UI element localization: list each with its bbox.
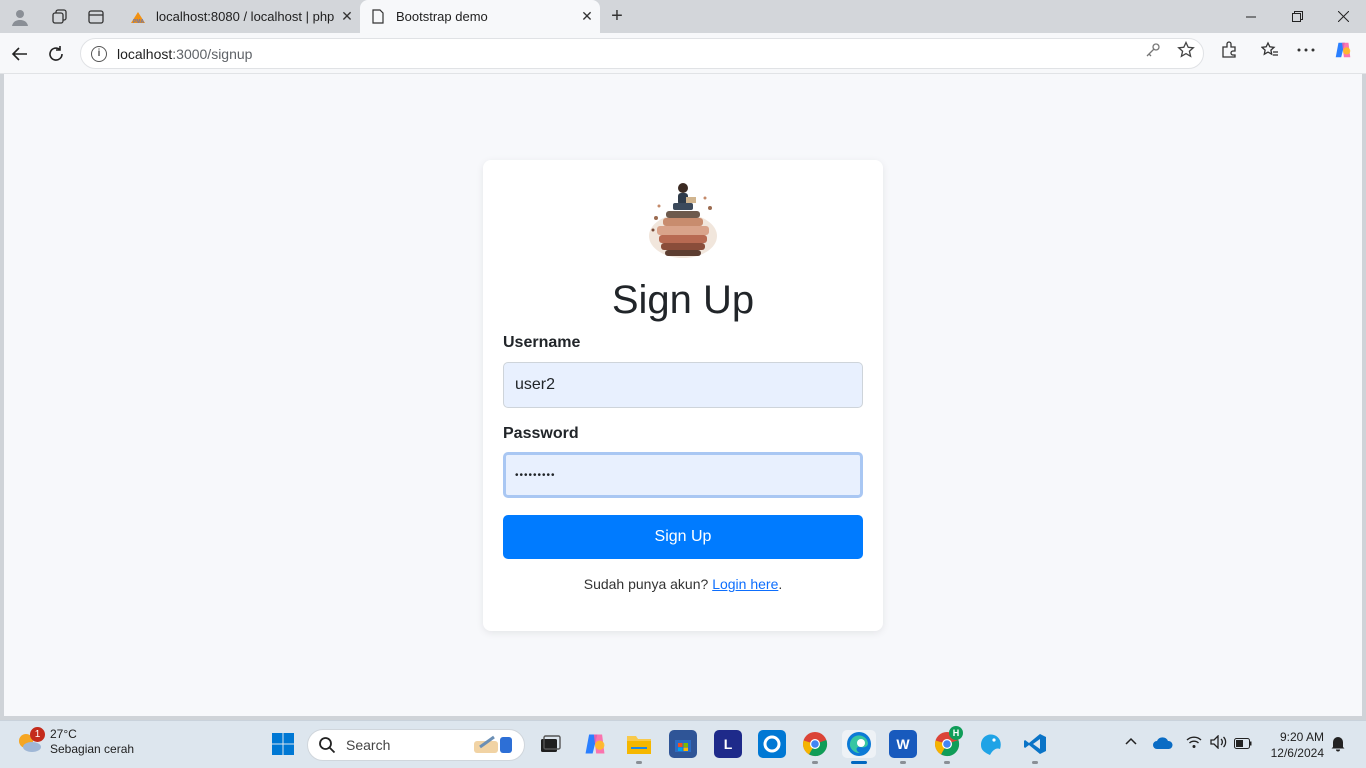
back-arrow-icon[interactable]	[8, 42, 32, 66]
close-tab-icon[interactable]: ✕	[574, 8, 600, 25]
login-link[interactable]: Login here	[712, 576, 778, 592]
password-label: Password	[503, 425, 579, 442]
taskbar-search-input[interactable]: Search	[307, 729, 525, 761]
close-window-button[interactable]	[1320, 0, 1366, 33]
login-prompt: Sudah punya akun? Login here.	[583, 576, 783, 592]
chrome-icon[interactable]	[801, 730, 829, 758]
copilot-icon[interactable]	[1333, 40, 1353, 60]
tab-bootstrap-demo[interactable]: Bootstrap demo ✕	[360, 0, 600, 33]
clock-date: 12/6/2024	[1270, 746, 1324, 760]
chrome-profile-icon[interactable]: H	[933, 726, 963, 758]
show-hidden-icons-chevron-icon[interactable]	[1124, 734, 1138, 751]
bird-app-icon[interactable]	[977, 730, 1005, 758]
username-field[interactable]: user2	[503, 362, 863, 408]
refresh-icon[interactable]	[44, 42, 68, 66]
key-icon[interactable]	[1143, 40, 1163, 60]
l-app-icon[interactable]: L	[714, 730, 742, 758]
tab-phpmyadmin[interactable]: PMA localhost:8080 / localhost | phpMyAd…	[120, 0, 360, 33]
taskbar: 1 27°C Sebagian cerah Search L W H 9:20 …	[0, 720, 1366, 768]
windows-start-icon[interactable]	[269, 730, 297, 758]
tab-strip: PMA localhost:8080 / localhost | phpMyAd…	[0, 0, 1366, 33]
running-indicator	[1032, 761, 1038, 764]
svg-text:PMA: PMA	[133, 19, 145, 25]
address-bar[interactable]: i localhost:3000/signup	[80, 38, 1204, 69]
running-indicator	[812, 761, 818, 764]
search-icon	[319, 737, 336, 754]
favorite-star-icon[interactable]	[1176, 40, 1196, 60]
vscode-icon[interactable]	[1021, 730, 1049, 758]
vertical-tabs-icon[interactable]	[85, 6, 107, 28]
more-options-icon[interactable]	[1296, 40, 1316, 60]
weather-desc: Sebagian cerah	[50, 742, 135, 756]
weather-icon: 1	[16, 727, 45, 755]
password-value: •••••••••	[515, 469, 556, 481]
sign-up-button[interactable]: Sign Up	[503, 515, 863, 559]
battery-icon[interactable]	[1234, 737, 1252, 752]
circle-app-icon[interactable]	[758, 730, 786, 758]
wifi-icon[interactable]	[1186, 735, 1202, 752]
extensions-icon[interactable]	[1219, 40, 1239, 60]
phpmyadmin-icon: PMA	[130, 9, 146, 25]
active-app-indicator	[851, 761, 867, 764]
search-placeholder: Search	[346, 737, 391, 753]
microsoft-store-icon[interactable]	[669, 730, 697, 758]
running-indicator	[636, 761, 642, 764]
favorites-icon[interactable]	[1260, 40, 1280, 60]
edge-icon[interactable]	[842, 730, 876, 758]
notifications-bell-icon[interactable]	[1330, 734, 1346, 755]
system-clock[interactable]: 9:20 AM 12/6/2024	[1262, 729, 1324, 761]
tab-title: localhost:8080 / localhost | phpMyAdmin	[156, 9, 334, 24]
copilot-app-icon[interactable]	[581, 730, 609, 758]
file-explorer-icon[interactable]	[625, 730, 653, 758]
restore-button[interactable]	[1274, 0, 1320, 33]
clock-time: 9:20 AM	[1279, 730, 1324, 744]
minimize-button[interactable]	[1228, 0, 1274, 33]
running-indicator	[900, 761, 906, 764]
browser-toolbar: i localhost:3000/signup	[0, 33, 1366, 74]
task-view-icon[interactable]	[536, 730, 564, 758]
weather-widget[interactable]: 1 27°C Sebagian cerah	[16, 727, 134, 757]
close-tab-icon[interactable]: ✕	[334, 8, 360, 25]
username-label: Username	[503, 334, 581, 351]
password-field[interactable]: •••••••••	[503, 452, 863, 498]
page-viewport: Sign Up Username user2 Password ••••••••…	[4, 74, 1362, 716]
notification-badge: 1	[30, 727, 45, 742]
username-value: user2	[515, 376, 556, 393]
volume-icon[interactable]	[1210, 734, 1228, 752]
new-tab-button[interactable]: +	[606, 5, 628, 27]
profile-badge: H	[949, 726, 963, 740]
signup-card: Sign Up Username user2 Password ••••••••…	[483, 160, 883, 631]
url-text: localhost:3000/signup	[117, 45, 253, 62]
workspaces-icon[interactable]	[49, 6, 71, 28]
profile-icon[interactable]	[9, 6, 31, 28]
page-icon	[370, 9, 386, 25]
running-indicator	[944, 761, 950, 764]
weather-temp: 27°C	[50, 727, 77, 741]
site-info-icon[interactable]: i	[91, 45, 107, 62]
onedrive-icon[interactable]	[1153, 736, 1173, 753]
search-highlight-icon	[474, 735, 512, 753]
word-icon[interactable]: W	[889, 730, 917, 758]
tab-title: Bootstrap demo	[396, 9, 488, 24]
reading-books-logo	[647, 178, 719, 260]
page-title: Sign Up	[611, 278, 755, 322]
